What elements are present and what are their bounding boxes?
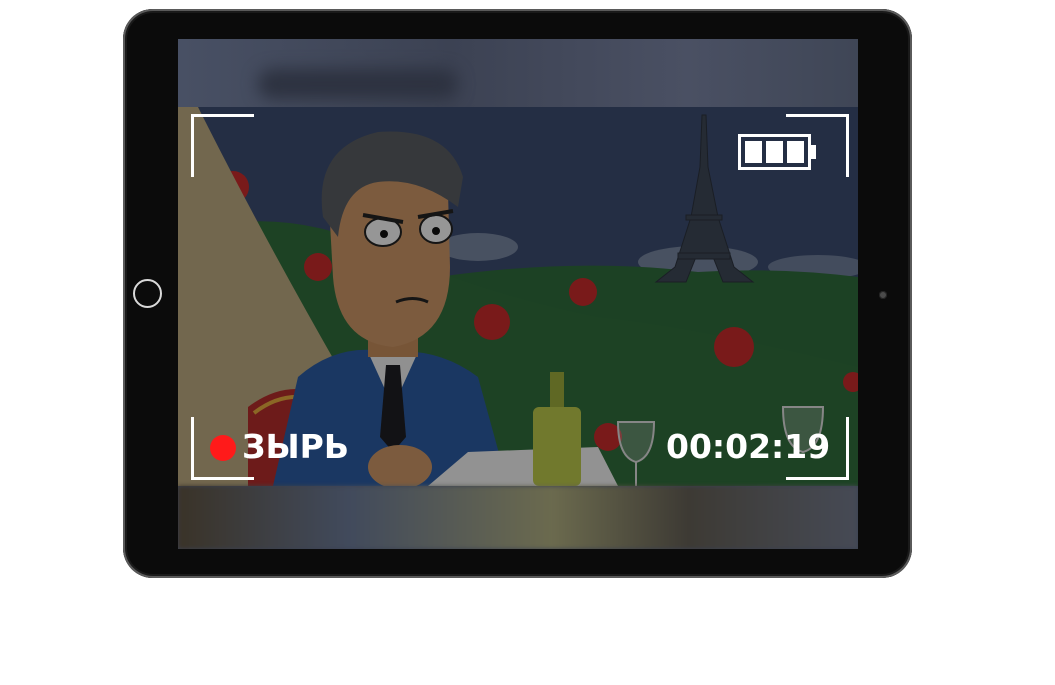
record-status-label: ЗЫРЬ xyxy=(242,427,349,466)
stage: ЗЫРЬ 00:02:19 xyxy=(0,0,1055,685)
blurred-background-top xyxy=(178,39,858,107)
tablet-screen: ЗЫРЬ 00:02:19 xyxy=(178,39,858,549)
home-button-icon[interactable] xyxy=(133,279,162,308)
viewfinder-corner-top-left xyxy=(191,114,254,177)
recording-timecode: 00:02:19 xyxy=(666,427,831,466)
record-dot-icon xyxy=(210,435,236,461)
front-camera-icon xyxy=(879,291,887,299)
blurred-background-bottom xyxy=(178,486,858,549)
battery-icon xyxy=(738,134,816,170)
